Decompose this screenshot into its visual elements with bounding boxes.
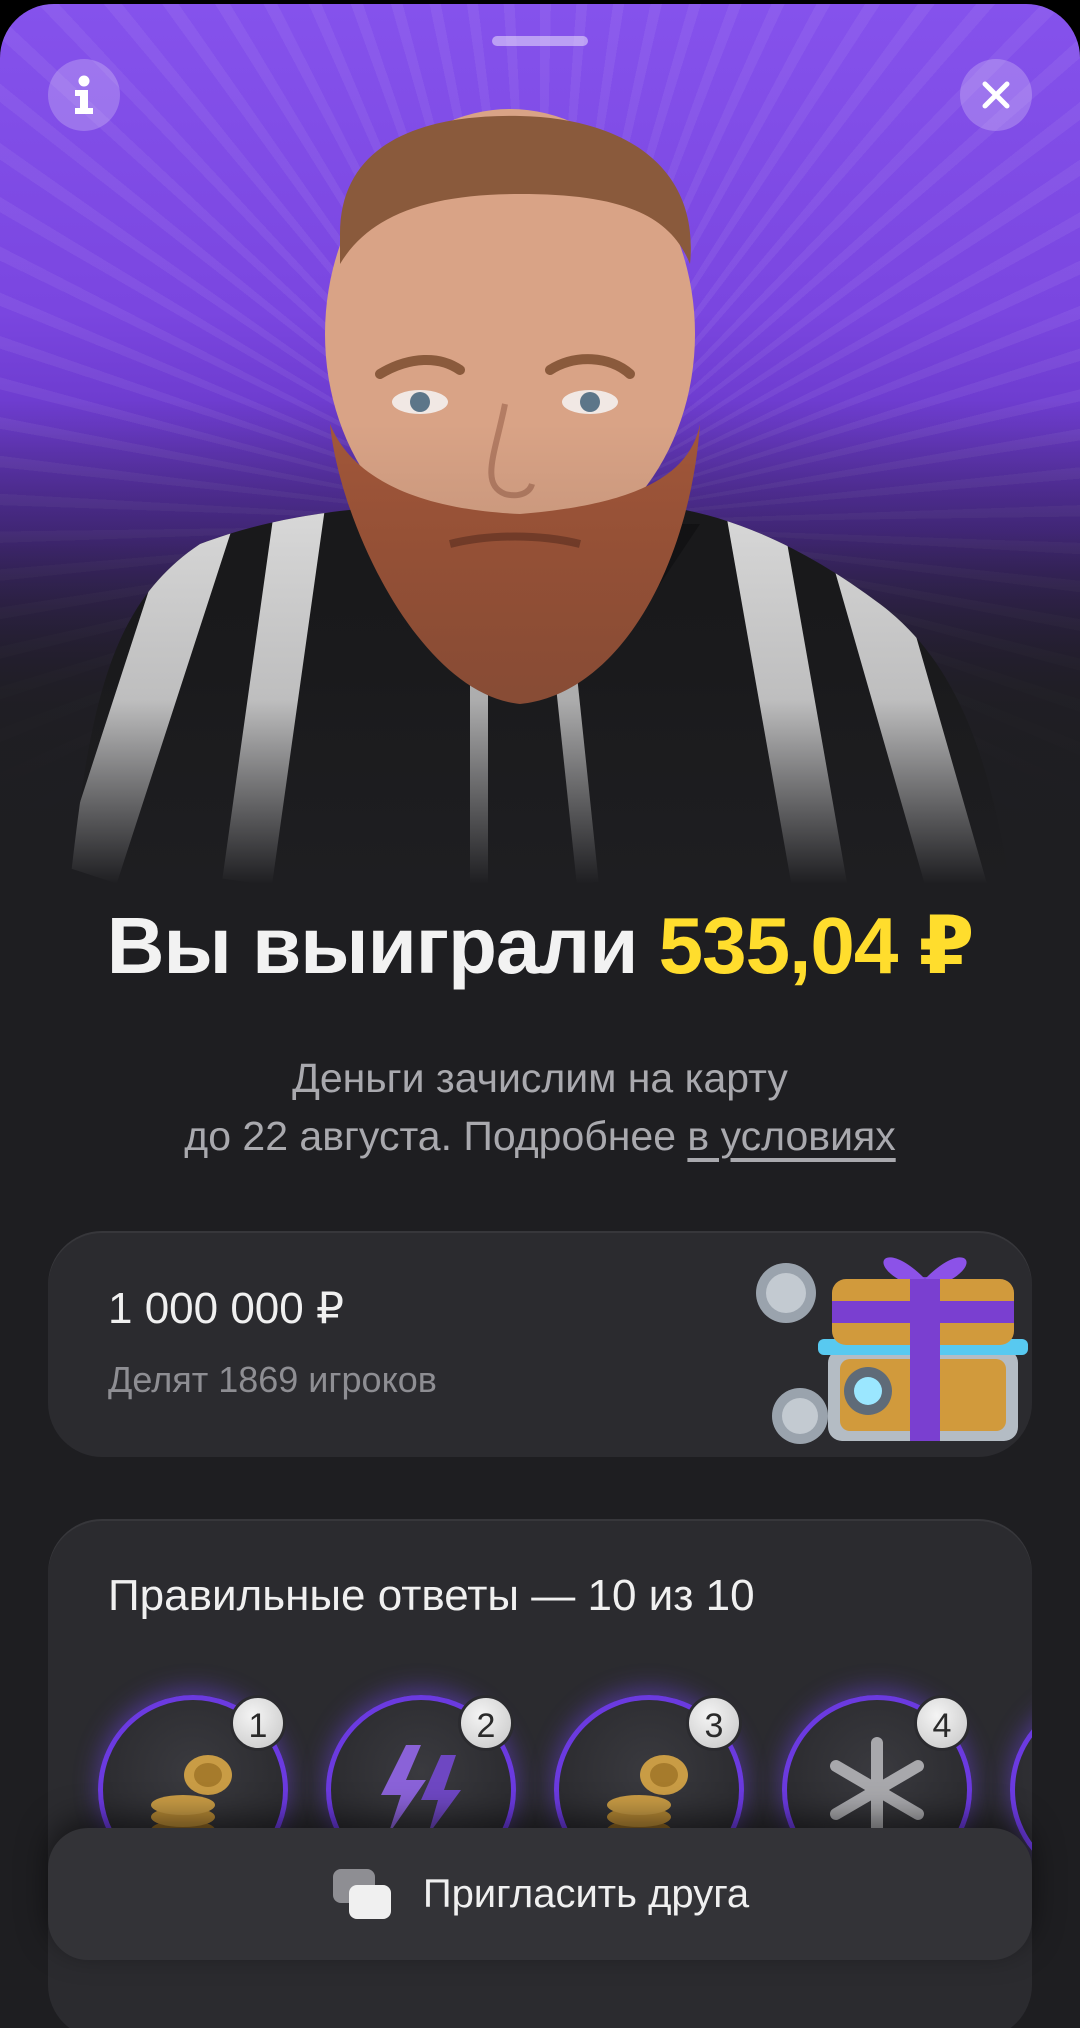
win-title-prefix: Вы выиграли [106,901,639,990]
close-button[interactable] [960,59,1032,131]
payout-note-line2-text: до 22 августа. Подробнее [184,1113,688,1159]
payout-note-line1: Деньги зачислим на карту [292,1055,788,1101]
prize-pool-players: Делят 1869 игроков [108,1359,437,1400]
win-amount: 535,04 ₽ [658,901,975,990]
correct-answers-title: Правильные ответы — 10 из 10 [108,1571,755,1620]
info-icon [75,75,93,114]
copy-icon [332,1869,391,1919]
info-button[interactable] [48,59,120,131]
answer-number-2: 2 [458,1695,514,1751]
answer-number-1: 1 [230,1695,286,1751]
payout-note: Деньги зачислим на карту до 22 августа. … [0,1049,1080,1165]
gift-chest-icon [756,1257,1028,1444]
sheet-grabber[interactable] [492,36,588,46]
presenter-portrait [0,109,1080,884]
result-sheet: Вы выиграли 535,04 ₽ Деньги зачислим на … [0,4,1080,2028]
payout-note-line2: до 22 августа. Подробнее в условиях [0,1107,1080,1165]
answer-number-3: 3 [686,1695,742,1751]
prize-pool-amount: 1 000 000 ₽ [108,1284,344,1333]
terms-link[interactable]: в условиях [687,1113,895,1159]
close-icon [982,81,1010,109]
prize-pool-card[interactable]: 1 000 000 ₽ Делят 1869 игроков [48,1231,1032,1457]
invite-friend-label: Пригласить друга [422,1871,750,1916]
invite-friend-button[interactable]: Пригласить друга [48,1828,1032,1960]
win-title: Вы выиграли 535,04 ₽ [0,899,1080,992]
answer-number-4: 4 [914,1695,970,1751]
